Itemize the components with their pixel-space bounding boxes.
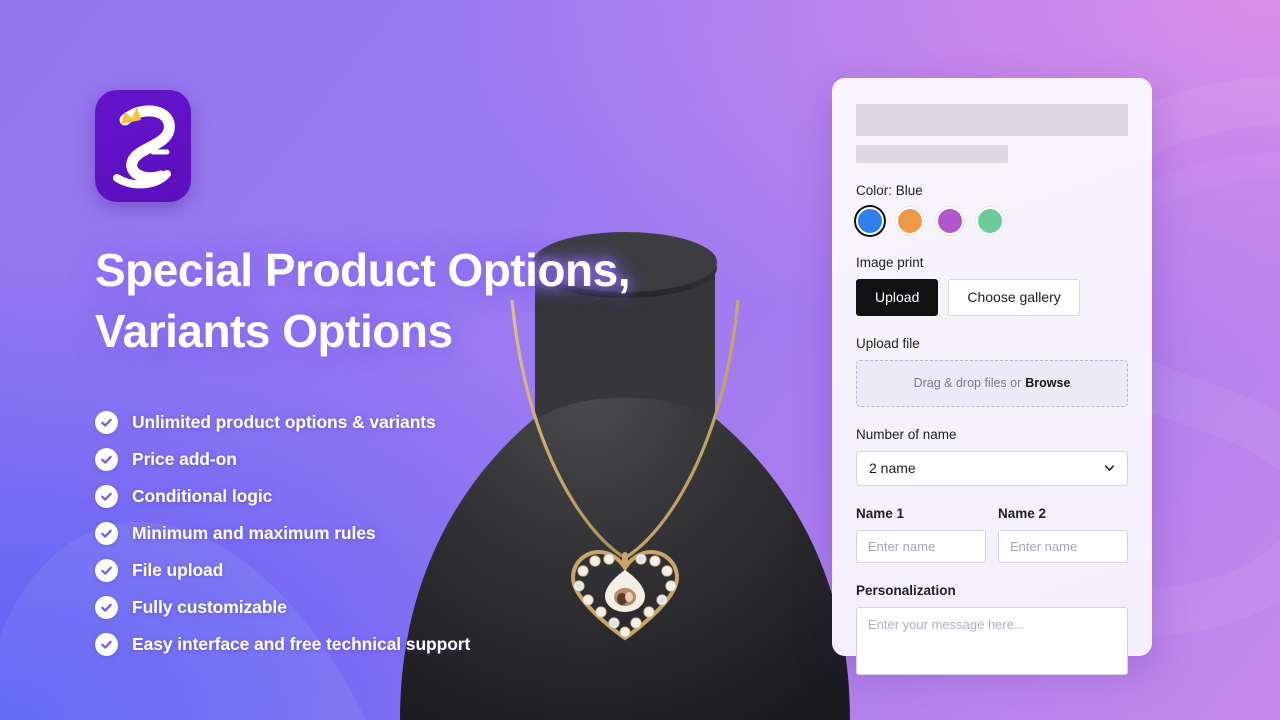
name-2-group: Name 2: [998, 506, 1128, 563]
color-swatch-blue[interactable]: [856, 207, 884, 235]
image-print-label: Image print: [856, 255, 924, 270]
upload-file-label: Upload file: [856, 335, 920, 351]
image-print-button-group: Upload Choose gallery: [856, 279, 1128, 316]
color-option-label: Color: Blue: [856, 183, 923, 198]
list-item: Unlimited product options & variants: [95, 410, 715, 434]
product-options-panel: Color: Blue Image print Upload Choose ga…: [832, 78, 1152, 675]
file-dropzone[interactable]: Drag & drop files or Browse: [856, 359, 1128, 407]
skeleton-title-bar: [856, 104, 1128, 136]
skeleton-subtitle-bar: [856, 145, 1009, 163]
feature-label: Unlimited product options & variants: [132, 411, 436, 432]
check-circle-icon: [95, 521, 118, 545]
name-2-input[interactable]: [998, 529, 1128, 563]
number-of-name-select[interactable]: 2 name: [856, 450, 1128, 486]
color-swatch-green[interactable]: [976, 207, 1004, 235]
number-of-name-label: Number of name: [856, 426, 957, 442]
personalization-label: Personalization: [856, 582, 956, 598]
number-of-name-value: 2 name: [869, 460, 916, 477]
feature-label: Conditional logic: [132, 485, 273, 506]
choose-gallery-button[interactable]: Choose gallery: [948, 279, 1080, 316]
personalization-field: Personalization: [856, 583, 1128, 680]
name-1-label: Name 1: [856, 505, 905, 521]
list-item: Minimum and maximum rules: [95, 521, 715, 545]
list-item: Conditional logic: [95, 484, 715, 508]
feature-label: File upload: [132, 559, 224, 580]
check-circle-icon: [95, 447, 118, 471]
check-circle-icon: [95, 595, 118, 619]
dropzone-browse-link[interactable]: Browse: [1025, 376, 1070, 390]
color-option-field: Color: Blue: [856, 183, 1128, 235]
name-fields-row: Name 1 Name 2: [856, 506, 1128, 563]
feature-list: Unlimited product options & variants Pri…: [95, 410, 715, 656]
feature-label: Fully customizable: [132, 596, 287, 617]
chevron-down-icon: [1103, 462, 1116, 475]
name-1-input[interactable]: [856, 529, 986, 563]
name-1-group: Name 1: [856, 506, 986, 563]
feature-label: Price add-on: [132, 448, 237, 469]
personalization-textarea[interactable]: [856, 606, 1128, 675]
feature-label: Easy interface and free technical suppor…: [132, 633, 471, 654]
list-item: Fully customizable: [95, 595, 715, 619]
check-circle-icon: [95, 484, 118, 508]
image-print-field: Image print Upload Choose gallery: [856, 255, 1128, 316]
list-item: Price add-on: [95, 447, 715, 471]
color-swatch-orange[interactable]: [896, 207, 924, 235]
headline-line-2: Variants Options: [95, 305, 453, 358]
feature-label: Minimum and maximum rules: [132, 522, 376, 543]
hero-content: Special Product Options, Variants Option…: [95, 90, 715, 669]
upload-file-field: Upload file Drag & drop files or Browse: [856, 336, 1128, 407]
dropzone-text: Drag & drop files or: [913, 376, 1022, 391]
color-swatch-purple[interactable]: [936, 207, 964, 235]
crowned-s-logo: [95, 90, 191, 202]
list-item: Easy interface and free technical suppor…: [95, 632, 715, 656]
headline-line-1: Special Product Options,: [95, 244, 630, 296]
check-circle-icon: [95, 410, 118, 434]
page-title: Special Product Options, Variants Option…: [95, 240, 715, 362]
name-2-label: Name 2: [998, 505, 1047, 521]
color-swatch-group: [856, 207, 1128, 235]
check-circle-icon: [95, 558, 118, 582]
list-item: File upload: [95, 558, 715, 582]
upload-button[interactable]: Upload: [856, 279, 939, 316]
check-circle-icon: [95, 632, 118, 656]
number-of-name-field: Number of name 2 name: [856, 427, 1128, 486]
